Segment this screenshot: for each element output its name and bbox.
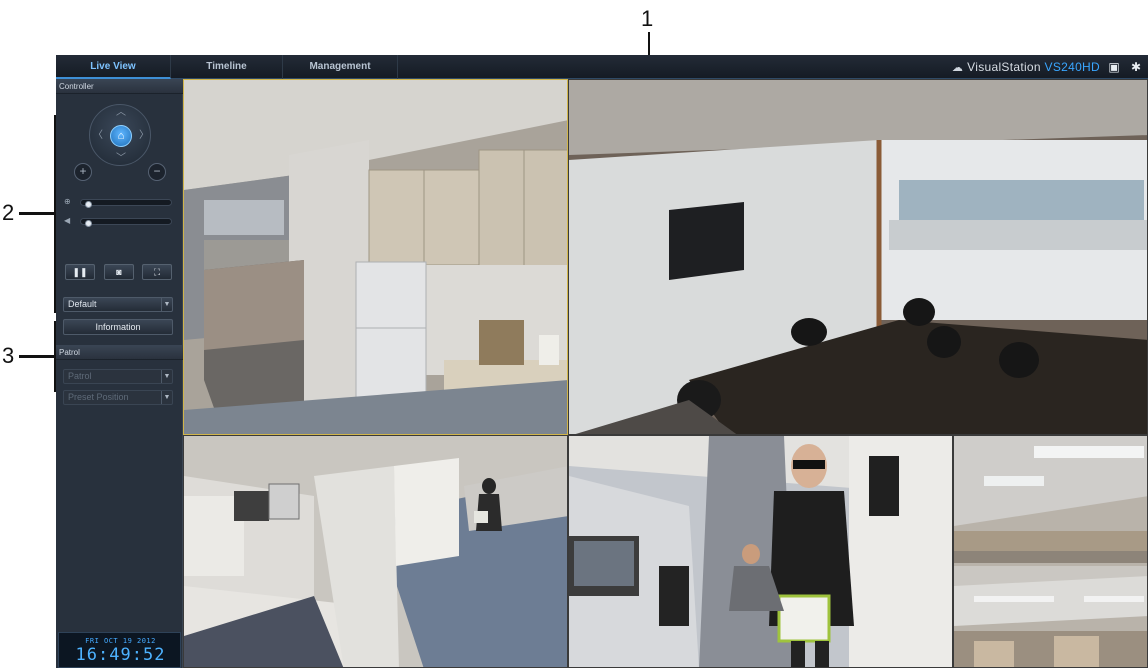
brand-name: VisualStation xyxy=(967,60,1041,74)
pause-button[interactable]: ❚❚ xyxy=(65,264,95,280)
annotated-screenshot: 1 2 3 Live View Timeline Management ☁ Vis… xyxy=(0,0,1148,668)
camera-feed-kitchen-office xyxy=(184,80,567,434)
surveillance-app-window: Live View Timeline Management ☁ VisualSta… xyxy=(56,55,1148,668)
tab-live-view[interactable]: Live View xyxy=(56,55,171,79)
controller-header: Controller xyxy=(56,79,183,94)
brand-model: VS240HD xyxy=(1044,60,1100,74)
ptz-left-arrow-icon[interactable]: 〈 xyxy=(93,131,103,141)
home-icon[interactable]: ⌂ xyxy=(110,125,132,147)
ptz-down-arrow-icon[interactable]: ﹀ xyxy=(116,154,126,164)
camera-view-3[interactable] xyxy=(183,435,568,668)
zoom-out-button[interactable]: − xyxy=(148,163,166,181)
chevron-down-icon[interactable]: ▼ xyxy=(161,298,172,311)
camera-feed-conference-room xyxy=(569,80,1147,434)
zoom-slider-knob[interactable] xyxy=(85,201,92,208)
camera-feed-suspect xyxy=(569,436,952,667)
information-button[interactable]: Information xyxy=(63,319,173,335)
brand-logo-icon: ☁ xyxy=(951,62,964,74)
camera-view-1[interactable] xyxy=(183,79,568,435)
callout-number-2: 2 xyxy=(2,200,15,225)
callout-number-1: 1 xyxy=(641,6,654,31)
stream-profile-select[interactable]: Default ▼ xyxy=(63,297,173,312)
top-navigation-bar: Live View Timeline Management ☁ VisualSta… xyxy=(56,55,1148,79)
preset-position-value: Preset Position xyxy=(68,392,129,402)
tab-timeline[interactable]: Timeline xyxy=(171,55,283,79)
callout-3-stem xyxy=(19,355,55,358)
ptz-right-arrow-icon[interactable]: 〉 xyxy=(139,131,149,141)
sidebar: Controller ︿ ﹀ 〈 〉 ⌂ + − ⊕ ◀ ❚❚ ◙ ⛶ Defa… xyxy=(56,79,183,668)
volume-slider[interactable]: ◀ xyxy=(64,215,172,227)
chevron-down-icon: ▼ xyxy=(161,391,172,404)
zoom-slider-track[interactable] xyxy=(80,199,172,208)
ptz-directional-pad[interactable]: ︿ ﹀ 〈 〉 ⌂ xyxy=(89,104,151,166)
camera-view-2[interactable] xyxy=(568,79,1148,435)
tab-management[interactable]: Management xyxy=(283,55,398,79)
clock-display: FRI OCT 19 2012 16:49:52 xyxy=(58,632,181,668)
volume-slider-track[interactable] xyxy=(80,218,172,227)
chevron-down-icon: ▼ xyxy=(161,370,172,383)
zoom-in-button[interactable]: + xyxy=(74,163,92,181)
clock-date: FRI OCT 19 2012 xyxy=(85,637,156,645)
brand-title: ☁ VisualStation VS240HD xyxy=(952,55,1100,79)
clock-time: 16:49:52 xyxy=(75,645,166,665)
preset-position-select: Preset Position ▼ xyxy=(63,390,173,405)
camera-view-5[interactable] xyxy=(953,435,1148,668)
fullscreen-button[interactable]: ⛶ xyxy=(142,264,172,280)
patrol-select: Patrol ▼ xyxy=(63,369,173,384)
zoom-slider[interactable]: ⊕ xyxy=(64,196,172,208)
snapshot-button[interactable]: ◙ xyxy=(104,264,134,280)
stream-profile-value: Default xyxy=(68,299,97,309)
patrol-select-value: Patrol xyxy=(68,371,92,381)
camera-feed-open-office xyxy=(954,436,1147,667)
callout-2-stem xyxy=(19,212,55,215)
patrol-header: Patrol xyxy=(56,345,183,360)
camera-view-4[interactable] xyxy=(568,435,953,668)
camera-feed-cubicles xyxy=(184,436,567,667)
callout-number-3: 3 xyxy=(2,343,15,368)
volume-icon: ◀ xyxy=(64,216,71,225)
ptz-up-arrow-icon[interactable]: ︿ xyxy=(116,108,126,118)
volume-slider-knob[interactable] xyxy=(85,220,92,227)
gear-icon[interactable]: ✱ xyxy=(1128,59,1144,75)
camera-icon[interactable]: ▣ xyxy=(1106,59,1122,75)
zoom-icon: ⊕ xyxy=(64,197,71,206)
